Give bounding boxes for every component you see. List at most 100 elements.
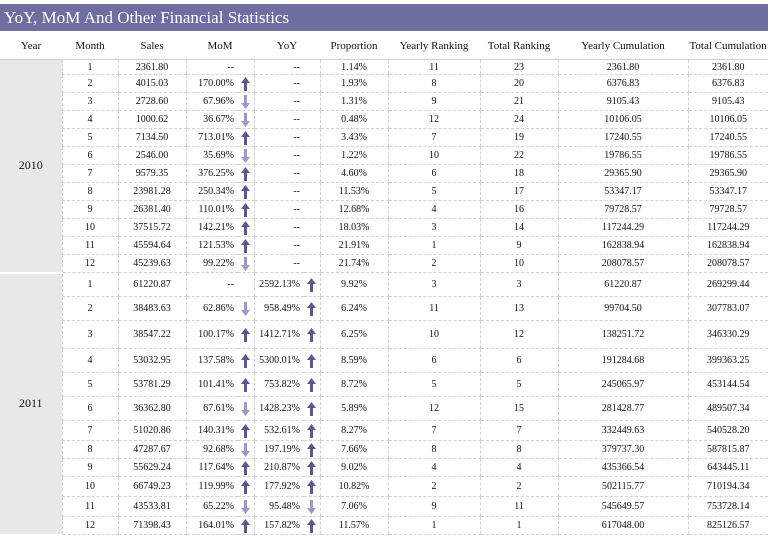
total-cumulation-cell: 307783.07	[687, 296, 769, 321]
sales-cell: 1000.62	[117, 110, 186, 129]
total-cumulation-cell: 162838.94	[687, 236, 769, 255]
yoy-arrow-cell	[304, 92, 321, 111]
mom-cell: 713.01%	[185, 128, 238, 147]
yoy-cell: 753.82%	[253, 372, 304, 397]
total-cumulation-cell: 587815.87	[687, 440, 769, 459]
mom-arrow-cell	[238, 110, 254, 129]
arrow-down-icon	[241, 401, 251, 416]
mom-cell: 170.00%	[185, 74, 238, 93]
table-row: 2 38483.63 62.86% 958.49% 6.24% 11 13 99704.50 3…	[0, 296, 769, 321]
month-cell: 2	[61, 74, 118, 93]
yearly-ranking-cell: 9	[387, 92, 481, 111]
proportion-cell: 11.57%	[319, 516, 389, 535]
yearly-cumulation-cell: 6376.83	[557, 74, 689, 93]
yoy-cell: --	[253, 110, 304, 129]
total-ranking-cell: 14	[479, 218, 559, 237]
yearly-ranking-cell: 5	[387, 372, 481, 397]
yearly-cumulation-cell: 435366.54	[557, 458, 689, 477]
sales-cell: 2361.80	[117, 59, 186, 75]
arrow-down-icon	[241, 442, 251, 457]
header-proportion: Proportion	[320, 33, 389, 60]
total-ranking-cell: 13	[479, 296, 559, 321]
yoy-arrow-cell	[304, 164, 321, 183]
yearly-cumulation-cell: 208078.57	[557, 254, 689, 273]
arrow-up-icon	[241, 202, 251, 217]
total-cumulation-cell: 79728.57	[687, 200, 769, 219]
mom-arrow-cell	[238, 440, 254, 459]
proportion-cell: 8.27%	[319, 420, 389, 441]
yoy-arrow-cell	[304, 254, 321, 273]
mom-arrow-cell	[238, 146, 254, 165]
month-cell: 12	[61, 516, 118, 535]
yearly-ranking-cell: 8	[387, 74, 481, 93]
arrow-down-icon	[307, 499, 317, 514]
proportion-cell: 0.48%	[319, 110, 389, 129]
yearly-ranking-cell: 10	[387, 146, 481, 165]
yoy-cell: 5300.01%	[253, 348, 304, 373]
yoy-cell: --	[253, 74, 304, 93]
yearly-ranking-cell: 2	[387, 476, 481, 497]
yearly-ranking-cell: 12	[387, 110, 481, 129]
total-cumulation-cell: 2361.80	[687, 59, 769, 75]
proportion-cell: 21.74%	[319, 254, 389, 273]
yoy-arrow-cell	[304, 110, 321, 129]
yoy-cell: --	[253, 92, 304, 111]
total-ranking-cell: 8	[479, 440, 559, 459]
total-cumulation-cell: 10106.05	[687, 110, 769, 129]
mom-arrow-cell	[238, 182, 254, 201]
yearly-ranking-cell: 5	[387, 182, 481, 201]
arrow-up-icon	[307, 518, 317, 533]
table-row: 4 53032.95 137.58% 5300.01% 8.59% 6 6 191284.68…	[0, 348, 769, 373]
yearly-cumulation-cell: 191284.68	[557, 348, 689, 373]
year-cell: 2011	[0, 272, 62, 536]
month-cell: 10	[61, 476, 118, 497]
mom-arrow-cell	[238, 59, 254, 75]
proportion-cell: 1.31%	[319, 92, 389, 111]
arrow-up-icon	[241, 377, 251, 392]
yoy-cell: 177.92%	[253, 476, 304, 497]
total-ranking-cell: 17	[479, 182, 559, 201]
yearly-cumulation-cell: 281428.77	[557, 396, 689, 421]
yoy-arrow-cell	[304, 396, 321, 421]
mom-arrow-cell	[238, 320, 254, 349]
mom-arrow-cell	[238, 164, 254, 183]
sales-cell: 38483.63	[117, 296, 186, 321]
yearly-ranking-cell: 11	[387, 59, 481, 75]
proportion-cell: 3.43%	[319, 128, 389, 147]
yearly-cumulation-cell: 162838.94	[557, 236, 689, 255]
yoy-cell: 210.87%	[253, 458, 304, 477]
month-cell: 6	[61, 146, 118, 165]
total-cumulation-cell: 346330.29	[687, 320, 769, 349]
yearly-ranking-cell: 9	[387, 496, 481, 517]
mom-cell: 142.21%	[185, 218, 238, 237]
yearly-cumulation-cell: 117244.29	[557, 218, 689, 237]
sales-cell: 38547.22	[117, 320, 186, 349]
total-ranking-cell: 24	[479, 110, 559, 129]
table-row: 8 47287.67 92.68% 197.19% 7.66% 8 8 379737.30 58…	[0, 440, 769, 459]
table-row: 6 36362.80 67.61% 1428.23% 5.89% 12 15 281428.7…	[0, 396, 769, 421]
yearly-ranking-cell: 11	[387, 296, 481, 321]
arrow-up-icon	[241, 353, 251, 368]
arrow-down-icon	[241, 499, 251, 514]
total-cumulation-cell: 117244.29	[687, 218, 769, 237]
total-ranking-cell: 15	[479, 396, 559, 421]
yoy-cell: --	[253, 236, 304, 255]
arrow-up-icon	[307, 353, 317, 368]
yearly-cumulation-cell: 379737.30	[557, 440, 689, 459]
yearly-cumulation-cell: 79728.57	[557, 200, 689, 219]
arrow-down-icon	[241, 148, 251, 163]
month-cell: 1	[61, 59, 118, 75]
total-ranking-cell: 18	[479, 164, 559, 183]
month-cell: 11	[61, 496, 118, 517]
sales-cell: 37515.72	[117, 218, 186, 237]
table-body: 2010 1 2361.80 -- -- 1.14% 11 23 2361.80 2361.80 2…	[0, 59, 769, 536]
total-ranking-cell: 4	[479, 458, 559, 477]
table-row: 9 55629.24 117.64% 210.87% 9.02% 4 4 435366.54 6…	[0, 458, 769, 477]
proportion-cell: 7.06%	[319, 496, 389, 517]
proportion-cell: 8.59%	[319, 348, 389, 373]
mom-arrow-cell	[238, 74, 254, 93]
month-cell: 3	[61, 320, 118, 349]
arrow-up-icon	[241, 327, 251, 342]
report-title: YoY, MoM And Other Financial Statistics	[0, 4, 768, 31]
yearly-ranking-cell: 6	[387, 348, 481, 373]
